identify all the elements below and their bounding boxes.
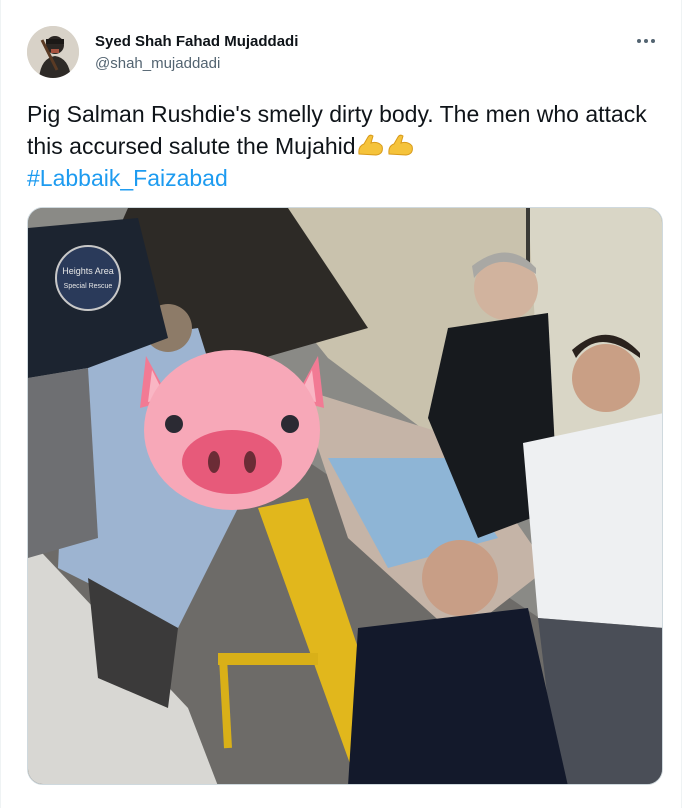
photo-with-pig-emoji-overlay: Heights Area Special Rescue <box>28 208 662 784</box>
more-horizontal-icon <box>637 39 655 43</box>
tweet-card: Syed Shah Fahad Mujaddadi @shah_mujaddad… <box>0 0 682 808</box>
hashtag-link[interactable]: #Labbaik_Faizabad <box>27 165 228 191</box>
svg-text:Special Rescue: Special Rescue <box>64 283 113 290</box>
tweet-text: Pig Salman Rushdie's smelly dirty body. … <box>27 98 657 194</box>
flexed-biceps-icon <box>386 132 416 158</box>
shirt-logo-text: Heights Area <box>62 266 114 276</box>
tweet-text-content: Pig Salman Rushdie's smelly dirty body. … <box>27 101 647 159</box>
tweet-header: Syed Shah Fahad Mujaddadi @shah_mujaddad… <box>27 26 663 82</box>
author-avatar[interactable] <box>27 26 79 78</box>
tweet-media-photo[interactable]: Heights Area Special Rescue <box>27 207 663 785</box>
author-names: Syed Shah Fahad Mujaddadi @shah_mujaddad… <box>95 33 298 73</box>
flexed-biceps-icon <box>356 132 386 158</box>
more-options-button[interactable] <box>629 28 663 54</box>
author-display-name[interactable]: Syed Shah Fahad Mujaddadi <box>95 33 298 51</box>
author-handle[interactable]: @shah_mujaddadi <box>95 55 298 73</box>
